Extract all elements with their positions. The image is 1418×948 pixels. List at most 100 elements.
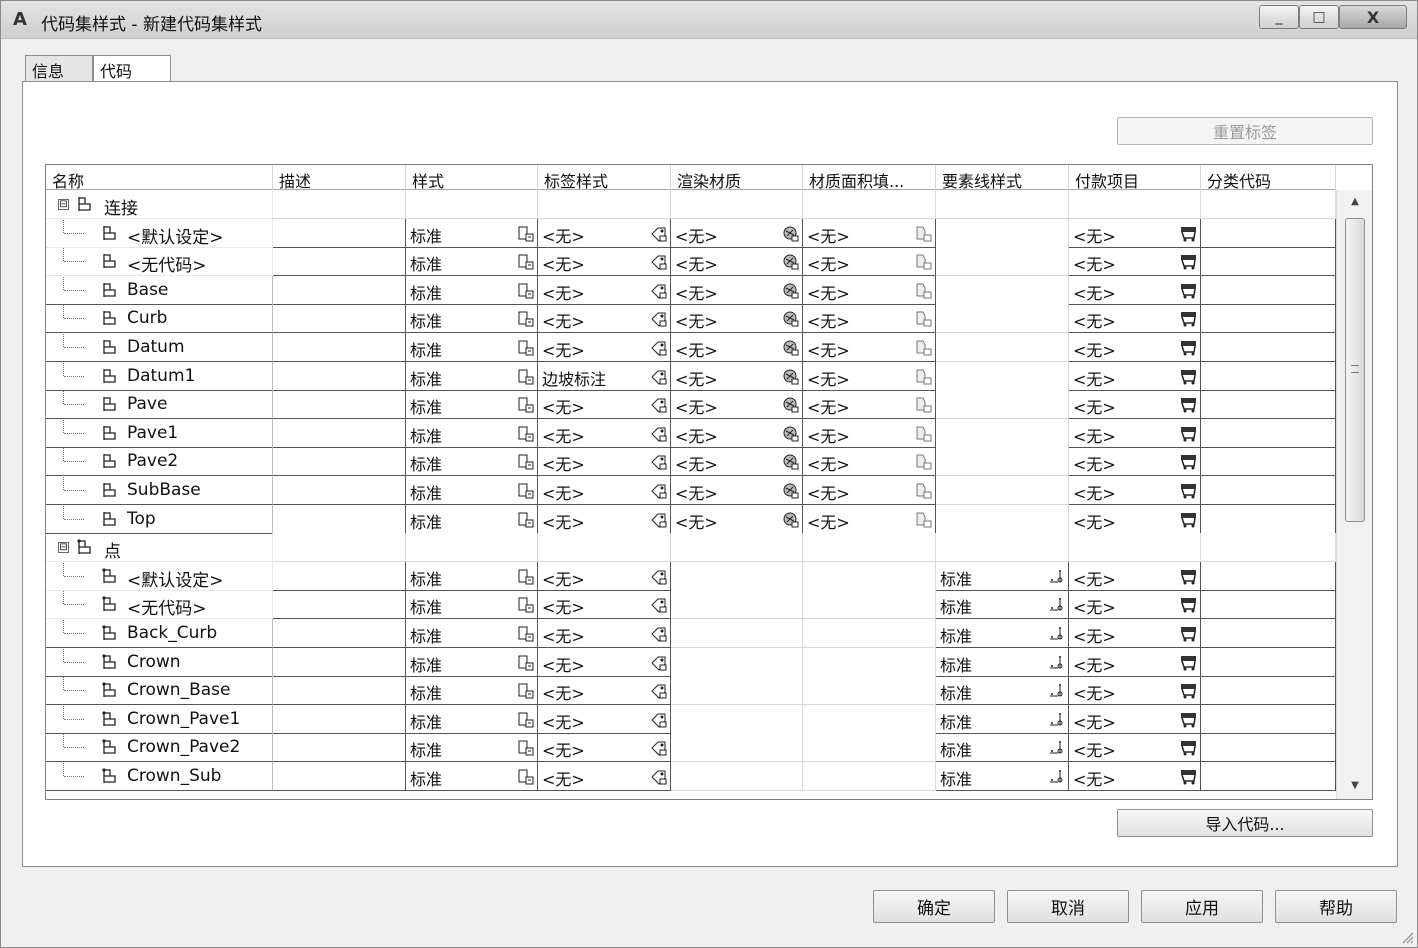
label-style-cell[interactable]: <无> <box>538 275 671 305</box>
title-bar[interactable]: A 代码集样式 - 新建代码集样式 _ □ X <box>1 1 1417 39</box>
label-style-cell[interactable]: <无> <box>538 304 671 334</box>
render-material-cell[interactable]: <无> <box>671 476 803 505</box>
reset-labels-button[interactable]: 重置标签 <box>1117 117 1373 145</box>
pay-item-cell[interactable]: <无> <box>1069 733 1201 763</box>
label-style-cell[interactable]: <无> <box>538 504 671 534</box>
group-row[interactable]: ⊟ 连接 <box>46 190 1336 219</box>
table-row[interactable]: <无代码> 标准 <无> 标准 <无> <box>46 590 1336 620</box>
render-picker-icon[interactable] <box>782 396 799 413</box>
feature-picker-icon[interactable] <box>1048 625 1065 642</box>
style-cell[interactable]: 标准 <box>406 304 538 334</box>
style-cell[interactable]: 标准 <box>406 733 538 763</box>
table-row[interactable]: Crown_Sub 标准 <无> 标准 <无> <box>46 762 1336 791</box>
style-cell[interactable]: 标准 <box>406 704 538 734</box>
render-picker-icon[interactable] <box>782 368 799 385</box>
render-material-cell[interactable]: <无> <box>671 447 803 477</box>
style-cell[interactable]: 标准 <box>406 218 538 248</box>
pay-item-cell[interactable]: <无> <box>1069 218 1201 248</box>
label-picker-icon[interactable] <box>650 654 667 671</box>
name-cell[interactable]: <无代码> <box>46 247 273 277</box>
pay-item-cell[interactable]: <无> <box>1069 590 1201 620</box>
table-row[interactable]: Crown_Pave1 标准 <无> 标准 <无> <box>46 704 1336 734</box>
label-style-cell[interactable]: <无> <box>538 704 671 734</box>
name-cell[interactable]: <默认设定> <box>46 561 273 591</box>
style-cell[interactable]: 标准 <box>406 333 538 362</box>
pay-item-cell[interactable]: <无> <box>1069 476 1201 505</box>
pay-item-cell[interactable]: <无> <box>1069 704 1201 734</box>
feature-picker-icon[interactable] <box>1048 596 1065 613</box>
column-header[interactable]: 标签样式 <box>538 165 671 190</box>
name-cell[interactable]: Crown_Pave1 <box>46 704 273 734</box>
description-cell[interactable] <box>273 476 406 505</box>
label-style-cell[interactable]: <无> <box>538 647 671 677</box>
name-cell[interactable]: Crown <box>46 647 273 677</box>
style-cell[interactable]: 标准 <box>406 361 538 391</box>
table-row[interactable]: Curb 标准 <无> <无> <无> <无> <box>46 304 1336 334</box>
classification-code-cell[interactable] <box>1201 676 1336 706</box>
label-picker-icon[interactable] <box>650 768 667 785</box>
table-row[interactable]: Back_Curb 标准 <无> 标准 <无> <box>46 619 1336 648</box>
pay-picker-icon[interactable] <box>1180 739 1197 756</box>
label-picker-icon[interactable] <box>650 596 667 614</box>
style-cell[interactable]: 标准 <box>406 447 538 477</box>
pay-item-cell[interactable]: <无> <box>1069 561 1201 591</box>
column-header[interactable]: 分类代码 <box>1201 165 1336 190</box>
area-fill-cell[interactable]: <无> <box>803 361 936 391</box>
description-cell[interactable] <box>273 218 406 248</box>
label-picker-icon[interactable] <box>650 368 667 385</box>
column-header[interactable]: 要素线样式 <box>936 165 1069 190</box>
feature-line-cell[interactable]: 标准 <box>936 647 1069 677</box>
style-cell[interactable]: 标准 <box>406 676 538 706</box>
feature-line-cell[interactable]: 标准 <box>936 590 1069 620</box>
render-picker-icon[interactable] <box>782 339 799 356</box>
table-row[interactable]: Pave2 标准 <无> <无> <无> <无> <box>46 447 1336 477</box>
table-row[interactable]: Pave 标准 <无> <无> <无> <无> <box>46 390 1336 420</box>
classification-code-cell[interactable] <box>1201 218 1336 248</box>
style-picker-icon[interactable] <box>517 396 534 413</box>
name-cell[interactable]: Pave2 <box>46 447 273 477</box>
pay-picker-icon[interactable] <box>1180 568 1197 585</box>
label-style-cell[interactable]: <无> <box>538 561 671 591</box>
pay-picker-icon[interactable] <box>1180 225 1197 242</box>
name-cell[interactable]: Pave <box>46 390 273 420</box>
style-cell[interactable]: 标准 <box>406 504 538 534</box>
style-picker-icon[interactable] <box>517 568 534 585</box>
render-material-cell[interactable]: <无> <box>671 304 803 334</box>
render-picker-icon[interactable] <box>782 425 799 442</box>
label-style-cell[interactable]: <无> <box>538 733 671 763</box>
resize-grip-icon[interactable] <box>1400 930 1414 944</box>
style-picker-icon[interactable] <box>517 225 534 242</box>
area-fill-cell[interactable]: <无> <box>803 304 936 334</box>
description-cell[interactable] <box>273 561 406 591</box>
label-picker-icon[interactable] <box>650 511 667 528</box>
pay-picker-icon[interactable] <box>1180 482 1197 499</box>
minimize-button[interactable]: _ <box>1259 5 1299 29</box>
tab-info[interactable]: 信息 <box>25 55 93 83</box>
render-picker-icon[interactable] <box>782 282 799 299</box>
column-header[interactable]: 样式 <box>406 165 538 190</box>
scroll-down-icon[interactable]: ▼ <box>1347 780 1363 794</box>
import-codes-button[interactable]: 导入代码... <box>1117 809 1373 837</box>
label-picker-icon[interactable] <box>650 453 667 471</box>
column-header[interactable]: 付款项目 <box>1069 165 1201 190</box>
area-fill-cell[interactable]: <无> <box>803 218 936 248</box>
area-fill-cell[interactable]: <无> <box>803 275 936 305</box>
pay-item-cell[interactable]: <无> <box>1069 447 1201 477</box>
pay-picker-icon[interactable] <box>1180 453 1197 470</box>
render-material-cell[interactable]: <无> <box>671 247 803 277</box>
vertical-scrollbar[interactable]: ▲ ▼ <box>1336 190 1372 799</box>
area-fill-cell[interactable]: <无> <box>803 476 936 505</box>
classification-code-cell[interactable] <box>1201 304 1336 334</box>
style-cell[interactable]: 标准 <box>406 390 538 420</box>
column-header[interactable]: 渲染材质 <box>671 165 803 190</box>
style-picker-icon[interactable] <box>517 368 534 385</box>
render-picker-icon[interactable] <box>782 482 799 499</box>
label-style-cell[interactable]: <无> <box>538 333 671 362</box>
table-row[interactable]: <无代码> 标准 <无> <无> <无> <无> <box>46 247 1336 277</box>
area-picker-icon[interactable] <box>915 425 932 442</box>
render-material-cell[interactable]: <无> <box>671 218 803 248</box>
style-picker-icon[interactable] <box>517 682 534 699</box>
table-row[interactable]: Top 标准 <无> <无> <无> <无> <box>46 504 1336 534</box>
pay-item-cell[interactable]: <无> <box>1069 333 1201 362</box>
area-picker-icon[interactable] <box>915 282 932 299</box>
